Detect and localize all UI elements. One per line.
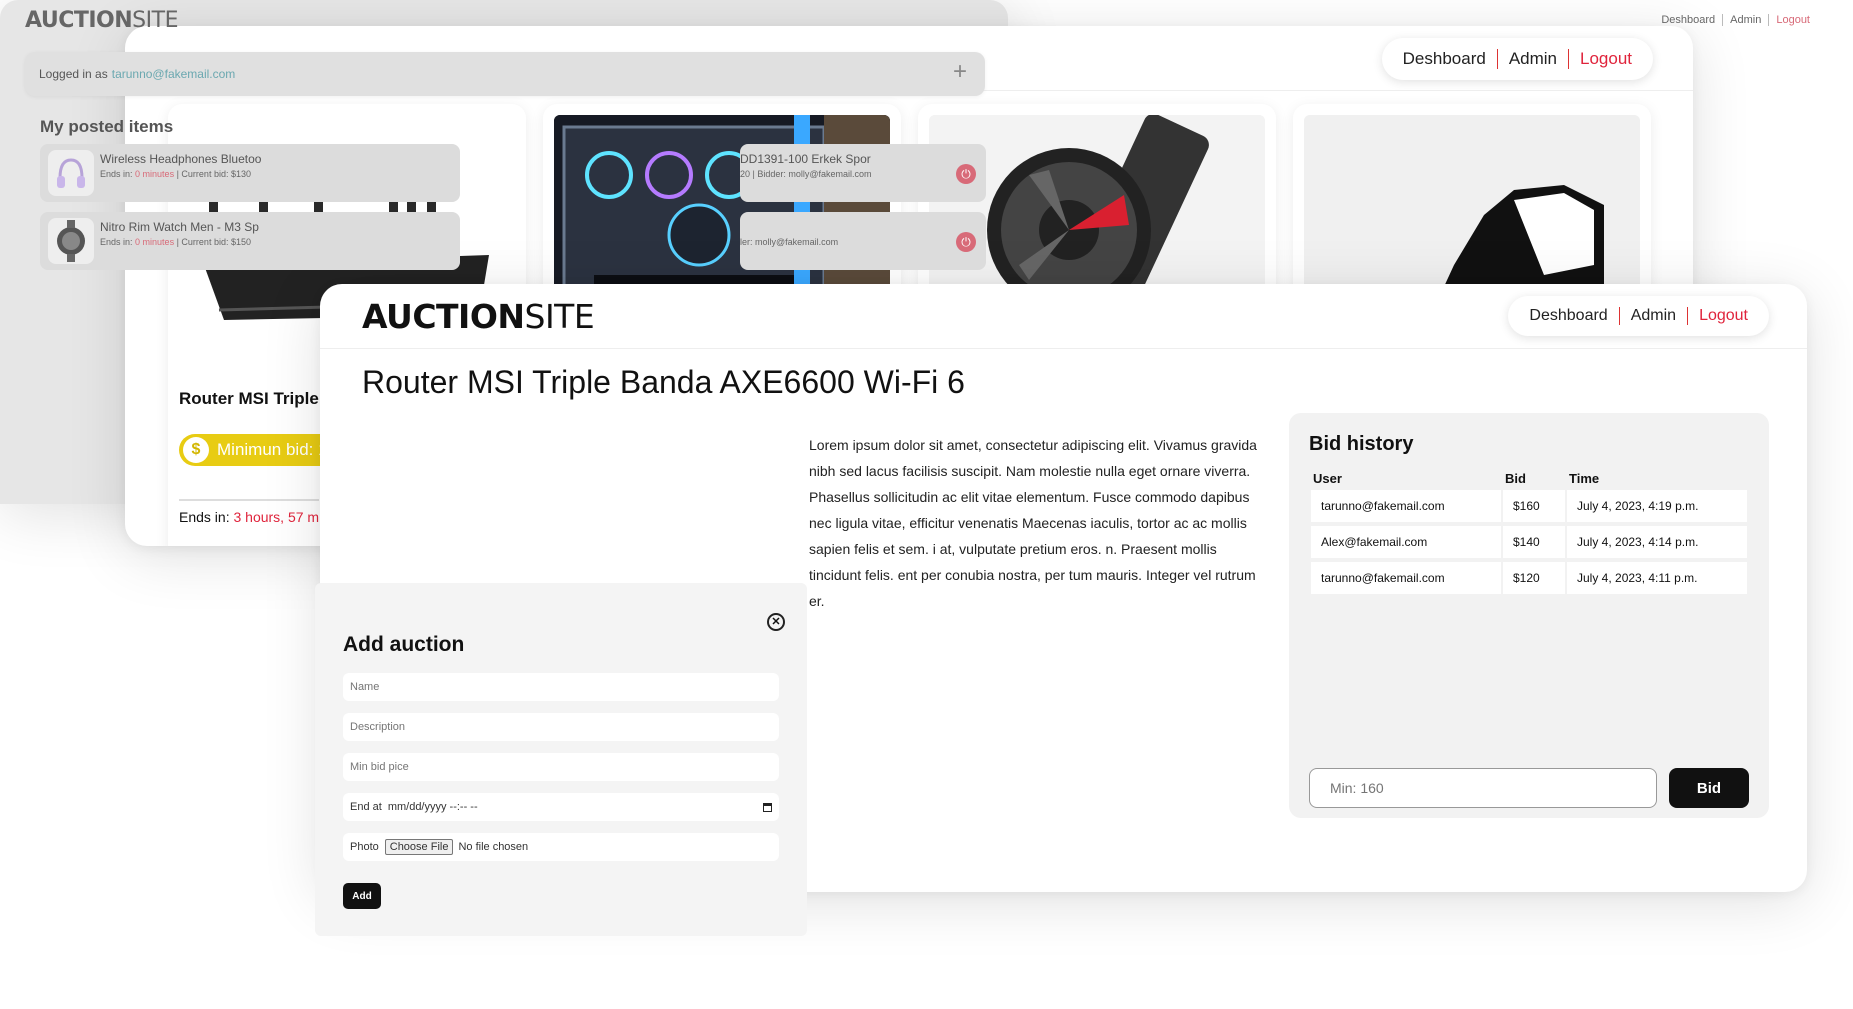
posted-item-meta: Ends in: 0 minutes | Current bid: $130 <box>100 169 251 179</box>
posted-items-title: My posted items <box>40 117 174 136</box>
bid-user: tarunno@fakemail.com <box>1311 562 1501 594</box>
ends-in-text: Ends in: 3 hours, 57 m <box>179 499 320 525</box>
table-row: Alex@fakemail.com $140 July 4, 2023, 4:1… <box>1311 526 1747 558</box>
logged-in-label: Logged in as <box>39 67 108 81</box>
min-bid-text: Minimun bid: 1 <box>217 440 328 459</box>
posted-item-meta: ler: molly@fakemail.com <box>740 237 839 247</box>
bid-history-table: User Bid Time tarunno@fakemail.com $160 … <box>1309 467 1749 598</box>
nav-admin-link[interactable]: Admin <box>1618 307 1687 325</box>
bid-history-title: Bid history <box>1309 433 1414 455</box>
close-icon[interactable]: ✕ <box>767 613 785 631</box>
nav-logout-link[interactable]: Logout <box>1687 307 1759 325</box>
bid-amount-input[interactable] <box>1309 768 1657 808</box>
choose-file-button[interactable]: Choose File <box>384 839 454 855</box>
nav-dashboard-link[interactable]: Deshboard <box>1392 49 1497 69</box>
top-nav: Deshboard Admin Logout <box>1381 38 1653 80</box>
end-at-value[interactable]: mm/dd/yyyy --:-- -- <box>388 801 478 813</box>
bid-user: Alex@fakemail.com <box>1311 526 1501 558</box>
site-logo[interactable]: AUCTIONSITE <box>25 8 178 33</box>
logged-in-email[interactable]: tarunno@fakemail.com <box>112 67 236 81</box>
posted-item-name: DD1391-100 Erkek Spor <box>740 152 871 166</box>
calendar-icon[interactable] <box>763 802 772 812</box>
logged-in-bar: Logged in as tarunno@fakemail.com + <box>25 52 985 96</box>
list-item[interactable]: Wireless Headphones Bluetoo Ends in: 0 m… <box>40 144 460 202</box>
min-bid-field[interactable] <box>343 753 779 781</box>
end-at-label: End at <box>350 801 382 813</box>
power-icon[interactable]: ⏻ <box>956 232 976 252</box>
bid-user: tarunno@fakemail.com <box>1311 490 1501 522</box>
add-auction-modal: ✕ Add auction End at mm/dd/yyyy --:-- --… <box>315 583 807 936</box>
bid-amount: $160 <box>1503 490 1565 522</box>
column-header-time: Time <box>1569 471 1600 486</box>
bid-time: July 4, 2023, 4:19 p.m. <box>1567 490 1747 522</box>
bid-history-panel: Bid history User Bid Time tarunno@fakema… <box>1289 413 1769 818</box>
list-item[interactable]: DD1391-100 Erkek Spor 20 | Bidder: molly… <box>740 144 986 202</box>
posted-item-meta: 20 | Bidder: molly@fakemail.com <box>740 169 872 179</box>
table-row: tarunno@fakemail.com $120 July 4, 2023, … <box>1311 562 1747 594</box>
bid-button[interactable]: Bid <box>1669 768 1749 808</box>
column-header-bid: Bid <box>1505 471 1526 486</box>
nav-admin-link[interactable]: Admin <box>1496 49 1568 69</box>
name-field[interactable] <box>343 673 779 701</box>
list-item[interactable]: ler: molly@fakemail.com ⏻ <box>740 212 986 270</box>
table-row: tarunno@fakemail.com $160 July 4, 2023, … <box>1311 490 1747 522</box>
nav-logout-link[interactable]: Logout <box>1568 49 1643 69</box>
end-at-field[interactable]: End at mm/dd/yyyy --:-- -- <box>343 793 779 821</box>
nav-dashboard-link[interactable]: Deshboard <box>1518 307 1618 325</box>
posted-item-name: Nitro Rim Watch Men - M3 Sp <box>100 220 259 234</box>
add-item-icon[interactable]: + <box>953 58 967 86</box>
modal-title: Add auction <box>343 633 465 656</box>
add-button[interactable]: Add <box>343 883 381 909</box>
bid-amount: $140 <box>1503 526 1565 558</box>
list-item[interactable]: Nitro Rim Watch Men - M3 Sp Ends in: 0 m… <box>40 212 460 270</box>
table-header-row: User Bid Time <box>1311 471 1747 486</box>
no-file-text: No file chosen <box>458 841 529 853</box>
power-icon[interactable]: ⏻ <box>956 164 976 184</box>
photo-field: Photo Choose File No file chosen <box>343 833 779 861</box>
site-logo[interactable]: AUCTIONSITE <box>362 286 595 348</box>
item-description: Lorem ipsum dolor sit amet, consectetur … <box>809 437 1257 609</box>
posted-item-meta: Ends in: 0 minutes | Current bid: $150 <box>100 237 251 247</box>
headphones-thumbnail <box>48 150 94 196</box>
photo-label: Photo <box>350 841 379 853</box>
item-title: Router MSI Triple Banda AXE6600 Wi-Fi 6 <box>362 364 965 400</box>
watch-thumbnail <box>48 218 94 264</box>
top-nav: Deshboard Admin Logout <box>1508 296 1769 336</box>
dollar-coin-icon: $ <box>183 437 209 463</box>
posted-item-name: Wireless Headphones Bluetoo <box>100 152 262 166</box>
product-title[interactable]: Router MSI Triple B <box>179 389 336 409</box>
bid-time: July 4, 2023, 4:11 p.m. <box>1567 562 1747 594</box>
description-field[interactable] <box>343 713 779 741</box>
header-divider <box>320 348 1807 349</box>
bid-amount: $120 <box>1503 562 1565 594</box>
column-header-user: User <box>1313 471 1342 486</box>
bid-time: July 4, 2023, 4:14 p.m. <box>1567 526 1747 558</box>
